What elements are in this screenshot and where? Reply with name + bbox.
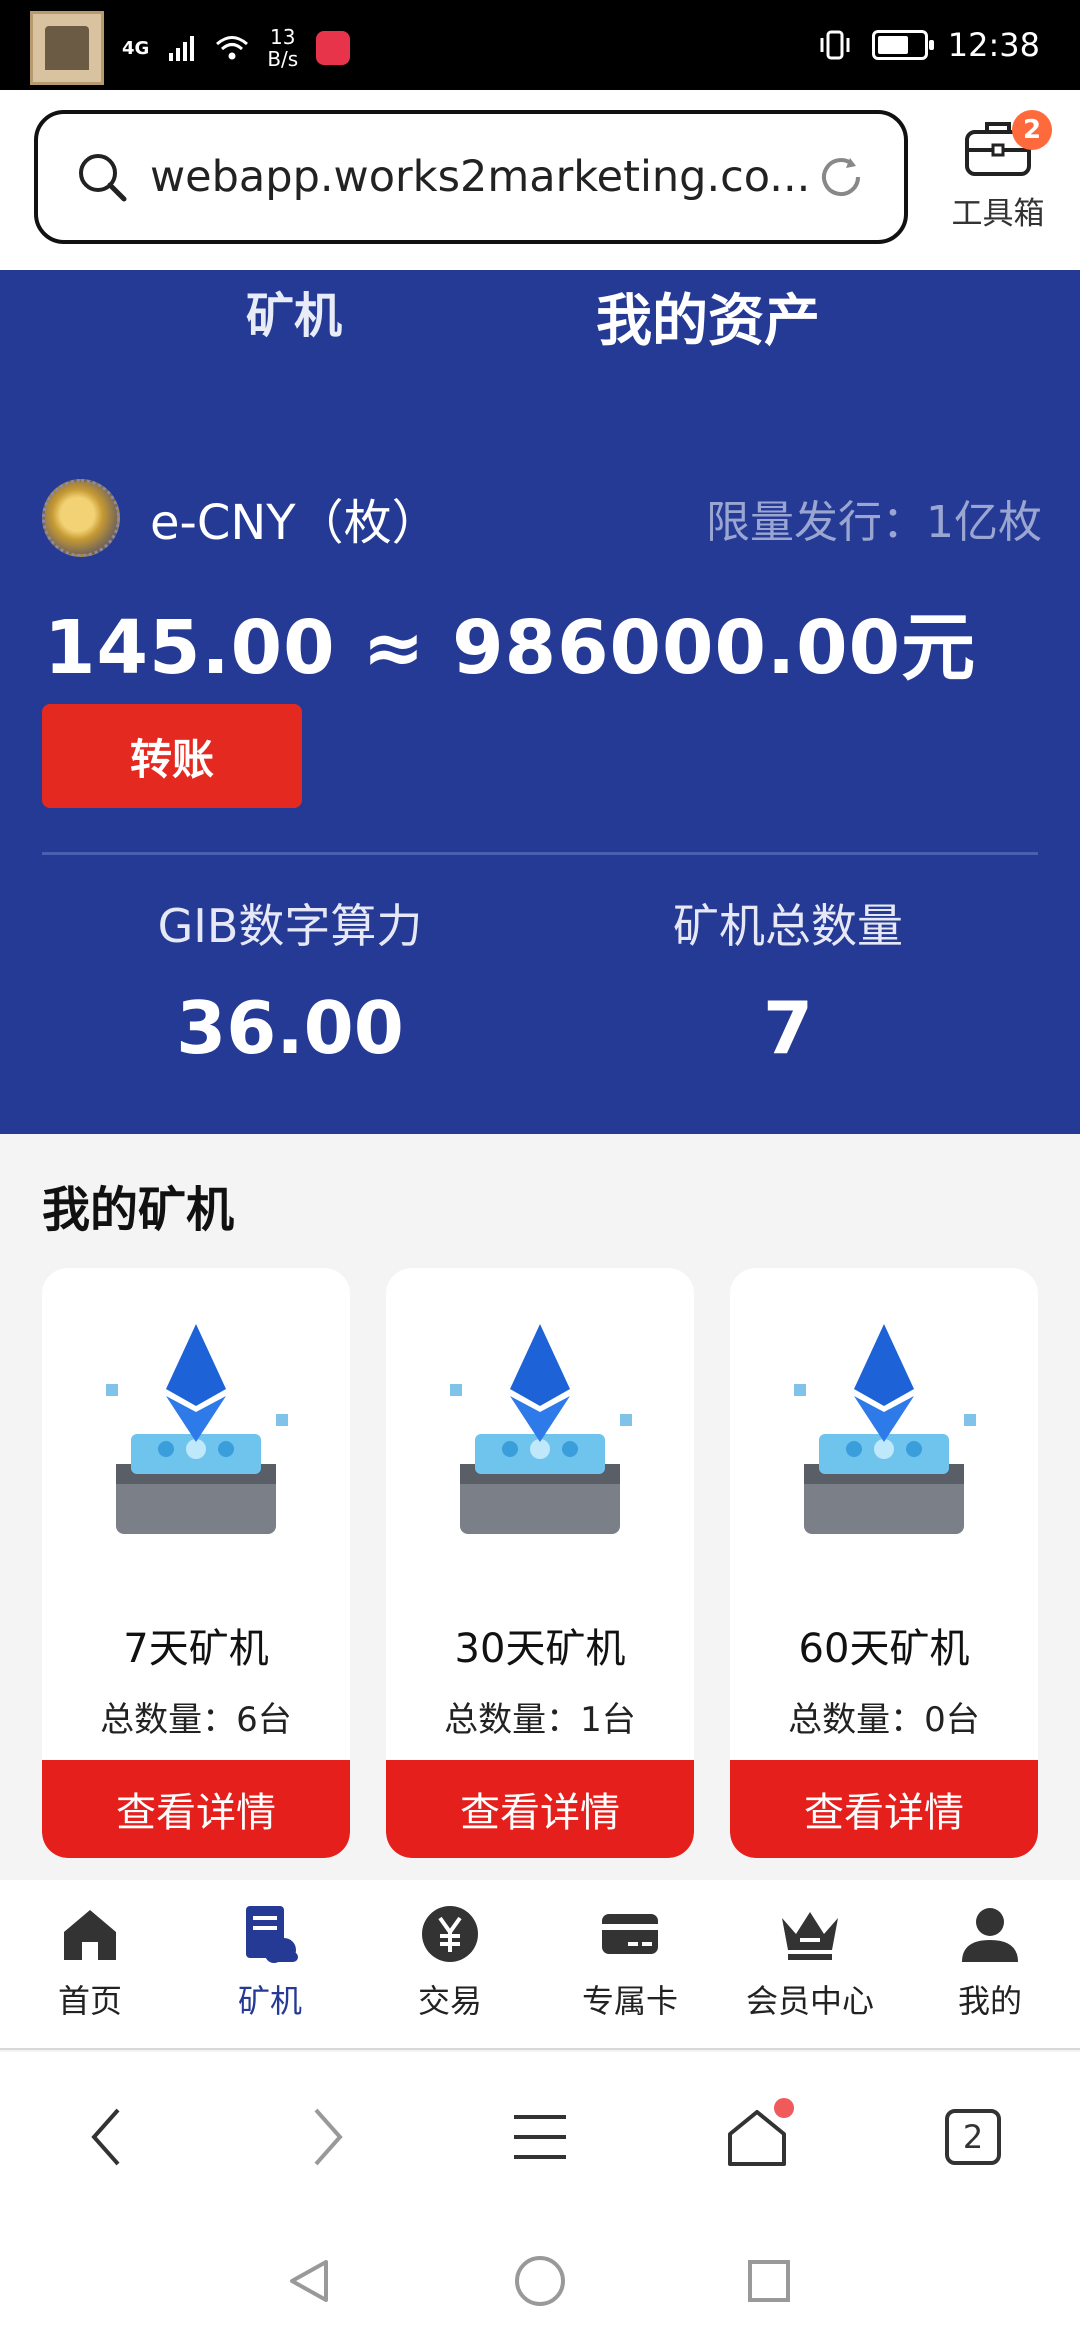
ethereum-miner-icon xyxy=(794,1324,976,1534)
search-icon xyxy=(79,154,127,202)
nav-item-card[interactable]: 专属卡 xyxy=(540,1902,720,2022)
view-details-button[interactable]: 查看详情 xyxy=(42,1760,350,1858)
wifi-icon xyxy=(216,36,249,60)
tabs-button[interactable]: 2 xyxy=(928,2092,1018,2182)
notification-dot xyxy=(774,2098,794,2118)
reload-icon[interactable] xyxy=(814,150,868,204)
section-title: 我的矿机 xyxy=(42,1182,235,1238)
nav-item-home[interactable]: 首页 xyxy=(0,1902,180,2022)
nav-item-member[interactable]: 会员中心 xyxy=(720,1902,900,2022)
browser-nav: 2 xyxy=(0,2052,1080,2222)
tab-count: 2 xyxy=(945,2109,1001,2165)
forward-arrow-icon xyxy=(314,2108,343,2166)
system-nav xyxy=(0,2222,1080,2340)
network-type: 4G xyxy=(122,37,150,59)
miner-name: 7天矿机 xyxy=(123,1626,269,1672)
system-back-button[interactable] xyxy=(274,2246,344,2316)
miner-count: 总数量：0台 xyxy=(788,1700,980,1740)
system-home-button[interactable] xyxy=(505,2246,575,2316)
user-icon xyxy=(962,1908,1018,1962)
triangle-back-icon xyxy=(290,2260,328,2302)
asset-panel: 矿机 我的资产 e-CNY（枚） 限量发行：1亿枚 145.00 ≈ 98600… xyxy=(0,270,1080,1134)
bottom-nav: 首页 矿机 交易 专属卡 会员中心 我的 xyxy=(0,1880,1080,2050)
miner-card[interactable]: 60天矿机 总数量：0台 查看详情 xyxy=(730,1268,1038,1858)
speed-unit: B/s xyxy=(267,47,299,71)
hashrate-stat: GIB数字算力 36.00 xyxy=(40,890,540,1070)
miner-count: 总数量：6台 xyxy=(100,1700,292,1740)
miner-name: 30天矿机 xyxy=(454,1626,626,1672)
forward-button[interactable] xyxy=(282,2092,372,2182)
menu-button[interactable] xyxy=(495,2092,585,2182)
browser-address-bar: webapp.works2marketing.co... 2 工具箱 xyxy=(0,90,1080,270)
miner-count: 总数量：1台 xyxy=(444,1700,636,1740)
hashrate-value: 36.00 xyxy=(176,986,404,1070)
miner-total-value: 7 xyxy=(762,986,814,1070)
home-icon xyxy=(64,1910,116,1960)
speed-value: 13 xyxy=(270,25,296,49)
square-recents-icon xyxy=(748,2260,790,2302)
system-recents-button[interactable] xyxy=(734,2246,804,2316)
issue-limit: 限量发行：1亿枚 xyxy=(706,497,1042,548)
ethereum-miner-icon xyxy=(106,1324,288,1534)
coin-icon xyxy=(42,479,120,557)
crown-icon xyxy=(782,1912,838,1960)
back-arrow-icon xyxy=(91,2108,120,2166)
nav-label: 我的 xyxy=(957,1982,1022,2020)
nav-label: 矿机 xyxy=(237,1982,302,2020)
toolbox-label: 工具箱 xyxy=(951,196,1045,232)
home-page-button[interactable] xyxy=(712,2092,802,2182)
signal-icon xyxy=(169,36,195,61)
toolbox-badge: 2 xyxy=(1012,110,1052,150)
gallery-badge-icon xyxy=(30,11,104,85)
hashrate-label: GIB数字算力 xyxy=(157,899,423,953)
card-icon xyxy=(602,1914,658,1954)
nav-label: 会员中心 xyxy=(745,1982,874,2020)
url-text: webapp.works2marketing.co... xyxy=(150,152,811,202)
nav-label: 首页 xyxy=(57,1982,122,2020)
status-bar: 4G 13 B/s 12:38 xyxy=(0,0,1080,90)
miner-cards: 7天矿机 总数量：6台 查看详情 30天矿机 总数量：1台 查看详情 60天矿机… xyxy=(42,1268,1038,1858)
miner-total-label: 矿机总数量 xyxy=(673,899,903,953)
back-button[interactable] xyxy=(62,2092,152,2182)
nav-item-profile[interactable]: 我的 xyxy=(900,1902,1080,2022)
miner-name: 60天矿机 xyxy=(798,1626,970,1672)
battery-icon xyxy=(871,30,934,60)
miner-total-stat: 矿机总数量 7 xyxy=(538,890,1038,1070)
toolbox-button[interactable]: 2 工具箱 xyxy=(938,110,1058,233)
view-details-button[interactable]: 查看详情 xyxy=(386,1760,694,1858)
asset-amount: 145.00 ≈ 986000.00元 xyxy=(44,605,977,691)
tab-miners[interactable]: 矿机 xyxy=(246,276,342,346)
view-details-button[interactable]: 查看详情 xyxy=(730,1760,1038,1858)
miner-card[interactable]: 7天矿机 总数量：6台 查看详情 xyxy=(42,1268,350,1858)
status-right: 12:38 xyxy=(818,22,1040,68)
divider xyxy=(42,852,1038,855)
clock: 12:38 xyxy=(947,26,1040,64)
nav-item-miners[interactable]: 矿机 xyxy=(180,1902,360,2022)
yuan-coin-icon xyxy=(422,1906,478,1962)
transfer-button[interactable]: 转账 xyxy=(42,704,302,808)
vibrate-icon xyxy=(820,30,850,60)
status-left: 4G 13 B/s xyxy=(30,11,351,85)
top-tabs: 矿机 我的资产 xyxy=(0,276,1080,356)
ethereum-miner-icon xyxy=(450,1324,632,1534)
tab-my-assets[interactable]: 我的资产 xyxy=(596,276,820,357)
network-speed: 13 B/s xyxy=(267,26,298,70)
miner-icon xyxy=(246,1906,298,1963)
app-notification-icon xyxy=(316,31,351,65)
circle-home-icon xyxy=(515,2256,565,2306)
coin-row: e-CNY（枚） 限量发行：1亿枚 xyxy=(42,478,1042,558)
coin-name: e-CNY（枚） xyxy=(150,495,440,551)
url-field[interactable]: webapp.works2marketing.co... xyxy=(34,110,908,244)
menu-icon xyxy=(514,2115,566,2159)
miner-card[interactable]: 30天矿机 总数量：1台 查看详情 xyxy=(386,1268,694,1858)
nav-label: 专属卡 xyxy=(581,1982,678,2020)
nav-item-trade[interactable]: 交易 xyxy=(360,1902,540,2022)
nav-label: 交易 xyxy=(417,1982,482,2020)
